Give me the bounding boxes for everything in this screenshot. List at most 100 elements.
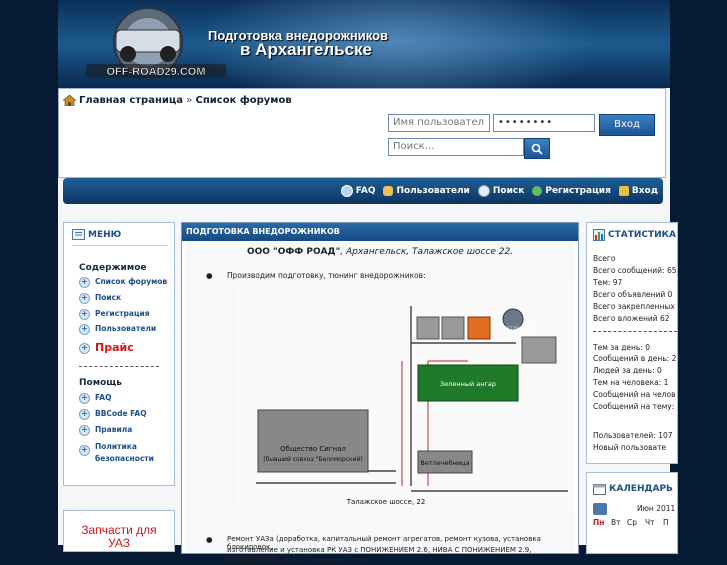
menu-item-label: Поиск <box>95 293 122 302</box>
menu-header: МЕНЮ <box>72 229 121 240</box>
calendar-title: КАЛЕНДАРЬ <box>609 484 673 494</box>
map-building <box>441 316 465 340</box>
calendar-day-tue: Вт <box>611 518 621 527</box>
menu-item-label: BBCode FAQ <box>95 409 147 418</box>
nav-login[interactable]: Вход <box>618 186 658 196</box>
calendar-day-thu: Чт <box>645 518 655 527</box>
main-navbar: FAQ Пользователи Поиск Регистрация Вход <box>63 178 663 204</box>
stats-divider <box>593 331 677 332</box>
calendar-icon <box>593 484 606 495</box>
company-name: ООО "ОФФ РОАД" <box>246 247 341 257</box>
login-button[interactable]: Вход <box>599 114 655 136</box>
menu-dashed-divider <box>79 366 159 367</box>
breadcrumb-home-link[interactable]: Главная страница <box>79 95 183 106</box>
stat-line: Тем на человека: 1 <box>593 378 669 387</box>
search-input[interactable] <box>388 138 524 156</box>
bullet-tuning: Производим подготовку, тюнинг внедорожни… <box>227 271 426 280</box>
menu-item-bbcode[interactable]: + BBCode FAQ <box>79 409 147 420</box>
statistics-title: СТАТИСТИКА <box>608 230 676 240</box>
help-icon <box>340 185 353 197</box>
plus-icon: + <box>79 409 90 420</box>
map-building <box>416 316 440 340</box>
map-building <box>521 336 557 364</box>
stat-line: Тем за день: 0 <box>593 343 651 352</box>
map-society-sublabel: (бывший совхоз "Беломорский) <box>263 456 362 463</box>
nav-login-label: Вход <box>631 186 658 196</box>
bullet-dot: ● <box>206 271 213 280</box>
map-society-label: Общество Сигнал <box>280 445 346 453</box>
price-link: Прайс <box>95 341 134 354</box>
magnifier-icon <box>477 185 490 197</box>
menu-item-price[interactable]: + Прайс <box>79 341 134 354</box>
map-road-label: Талажское шоссе, 22 <box>346 498 426 506</box>
users-icon <box>383 186 394 196</box>
menu-title: МЕНЮ <box>88 229 122 240</box>
main-title: ПОДГОТОВКА ВНЕДОРОЖНИКОВ <box>182 223 578 241</box>
nav-users[interactable]: Пользователи <box>383 186 470 196</box>
site-header: OFF-ROAD29.COM Подготовка внедорожников … <box>58 0 670 88</box>
menu-item-search[interactable]: + Поиск <box>79 293 121 304</box>
calendar-day-wed: Ср <box>627 518 637 527</box>
top-panel: Главная страница » Список форумов Вход <box>58 88 666 178</box>
menu-item-register[interactable]: + Регистрация <box>79 309 150 320</box>
calendar-day-fri: П <box>663 518 669 527</box>
nav-users-label: Пользователи <box>396 186 470 196</box>
menu-item-label: Политика безопасности <box>95 442 154 463</box>
parts-ad-panel[interactable]: Запчасти для УАЗ <box>63 510 175 552</box>
logo-text: OFF-ROAD29.COM <box>107 66 206 78</box>
menu-icon <box>72 229 85 240</box>
breadcrumb: Главная страница » Список форумов <box>63 95 292 106</box>
nav-register-label: Регистрация <box>545 186 611 196</box>
register-icon <box>532 186 543 196</box>
help-heading: Помощь <box>79 378 122 388</box>
nav-search[interactable]: Поиск <box>477 185 525 197</box>
plus-icon: + <box>79 309 90 320</box>
calendar-prev-icon[interactable] <box>593 503 607 515</box>
site-logo[interactable]: OFF-ROAD29.COM <box>78 4 238 84</box>
password-input[interactable] <box>493 114 595 132</box>
menu-item-rules[interactable]: + Правила <box>79 425 132 436</box>
ad-line2: УАЗ <box>108 536 130 550</box>
menu-item-users[interactable]: + Пользователи <box>79 324 156 335</box>
plus-icon: + <box>79 277 90 288</box>
home-icon <box>63 95 76 106</box>
stat-line: Всего вложений 62 <box>593 314 670 323</box>
nav-register[interactable]: Регистрация <box>532 186 611 196</box>
search-button[interactable] <box>524 138 550 159</box>
stat-line: Сообщений в день: 2 <box>593 354 677 363</box>
bullet-repair-line3: выбивания РК на УАЗ, переборка ГУР) <box>227 557 367 565</box>
stat-line: Сообщений на тему: <box>593 402 675 411</box>
username-input[interactable] <box>388 114 490 132</box>
calendar-panel: КАЛЕНДАРЬ Июн 2011 Пн Вт Ср Чт П <box>586 472 678 554</box>
menu-item-privacy[interactable]: + Политика безопасности <box>79 441 159 465</box>
menu-item-label: Правила <box>95 425 133 434</box>
plus-icon: + <box>79 293 90 304</box>
menu-divider <box>72 245 168 246</box>
menu-item-label: Список форумов <box>95 277 168 286</box>
location-map: Зеленный ангар Общество Сигнал (бывший с… <box>236 281 572 507</box>
plus-icon: + <box>79 445 90 456</box>
main-content-panel: ПОДГОТОВКА ВНЕДОРОЖНИКОВ ООО "ОФФ РОАД",… <box>181 222 579 565</box>
plus-icon: + <box>79 343 90 354</box>
map-marker-logo: OFF-ROAD29 <box>505 326 531 331</box>
menu-item-faq[interactable]: + FAQ <box>79 393 111 404</box>
stat-line: Всего сообщений: 65 <box>593 266 677 275</box>
menu-item-label: Пользователи <box>95 324 157 333</box>
breadcrumb-forums-link[interactable]: Список форумов <box>196 95 292 106</box>
stat-line: Тем: 97 <box>593 278 623 287</box>
menu-item-label: Регистрация <box>95 309 150 318</box>
nav-faq[interactable]: FAQ <box>340 185 375 197</box>
statistics-icon <box>593 229 605 241</box>
bullet-dot: ● <box>206 535 213 544</box>
stat-line: Людей за день: 0 <box>593 366 662 375</box>
statistics-panel: СТАТИСТИКА Всего Всего сообщений: 65 Тем… <box>586 222 678 464</box>
stat-line: Пользователей: 107 <box>593 431 673 440</box>
calendar-header: КАЛЕНДАРЬ <box>593 483 673 495</box>
nav-search-label: Поиск <box>492 186 525 196</box>
main-body: ООО "ОФФ РОАД", Архангельск, Талажское ш… <box>186 243 574 565</box>
menu-item-label: FAQ <box>95 393 112 402</box>
contents-heading: Содержимое <box>79 263 147 273</box>
menu-item-forums[interactable]: + Список форумов <box>79 277 167 288</box>
breadcrumb-separator: » <box>186 95 193 106</box>
stat-line: Всего <box>593 254 616 263</box>
